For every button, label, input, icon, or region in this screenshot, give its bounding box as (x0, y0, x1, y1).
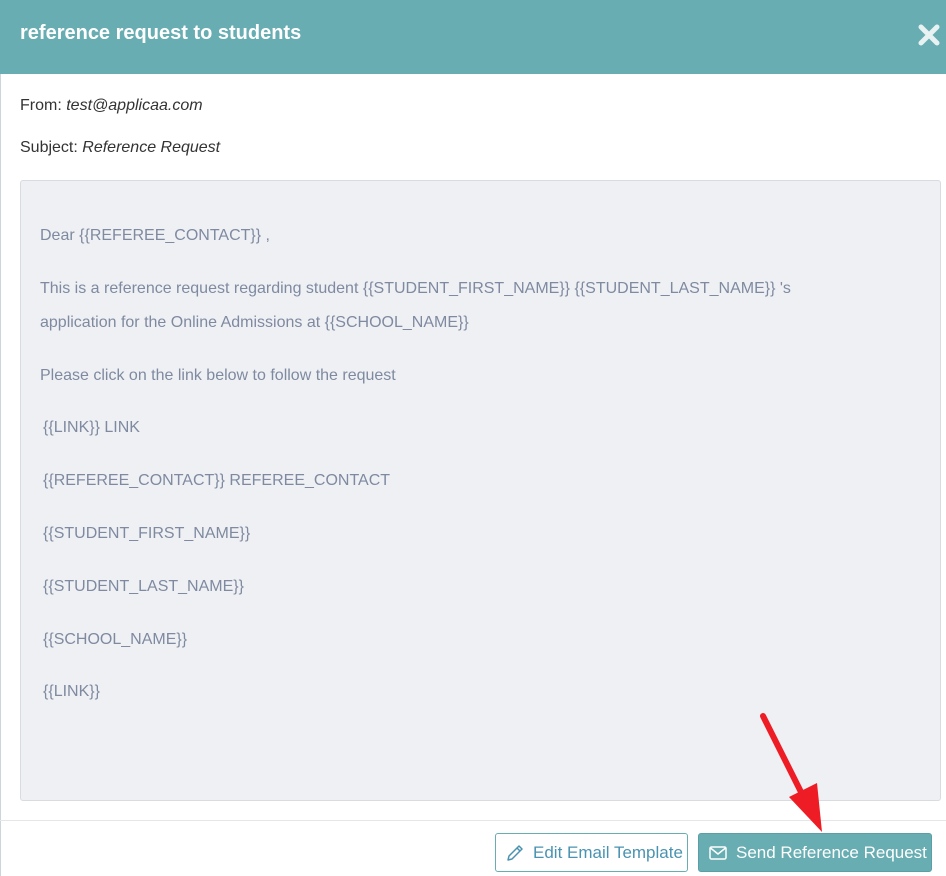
body-instruction: Please click on the link below to follow… (40, 367, 396, 384)
body-placeholder-last-name: {{STUDENT_LAST_NAME}} (43, 578, 244, 595)
email-modal: reference request to students From: test… (0, 0, 946, 876)
from-label: From: (20, 97, 62, 114)
close-icon[interactable] (916, 22, 942, 48)
subject-line: Subject: Reference Request (20, 138, 220, 158)
body-placeholder-referee: {{REFEREE_CONTACT}} REFEREE_CONTACT (43, 472, 391, 489)
envelope-icon (709, 845, 727, 860)
subject-label: Subject: (20, 139, 78, 156)
edit-email-template-label: Edit Email Template (533, 843, 683, 862)
body-placeholder-link: {{LINK}} LINK (43, 419, 140, 436)
body-paragraph-line-1: This is a reference request regarding st… (40, 280, 791, 297)
edit-email-template-button[interactable]: Edit Email Template (495, 833, 688, 872)
pencil-icon (507, 844, 523, 861)
send-reference-request-label: Send Reference Request (736, 843, 927, 862)
subject-value: Reference Request (82, 139, 221, 156)
body-placeholder-link-2: {{LINK}} (43, 683, 100, 700)
modal-header: reference request to students (0, 0, 946, 74)
modal-border (0, 74, 1, 876)
body-placeholder-first-name: {{STUDENT_FIRST_NAME}} (43, 525, 251, 542)
body-placeholder-school: {{SCHOOL_NAME}} (43, 631, 188, 648)
send-reference-request-button[interactable]: Send Reference Request (698, 833, 932, 872)
modal-title: reference request to students (20, 22, 302, 44)
from-line: From: test@applicaa.com (20, 96, 203, 116)
footer-divider (0, 820, 946, 821)
body-paragraph-line-2: application for the Online Admissions at… (40, 314, 469, 331)
email-body: Dear {{REFEREE_CONTACT}} , This is a ref… (20, 180, 941, 801)
body-greeting: Dear {{REFEREE_CONTACT}} , (40, 227, 270, 244)
from-value: test@applicaa.com (66, 97, 203, 114)
